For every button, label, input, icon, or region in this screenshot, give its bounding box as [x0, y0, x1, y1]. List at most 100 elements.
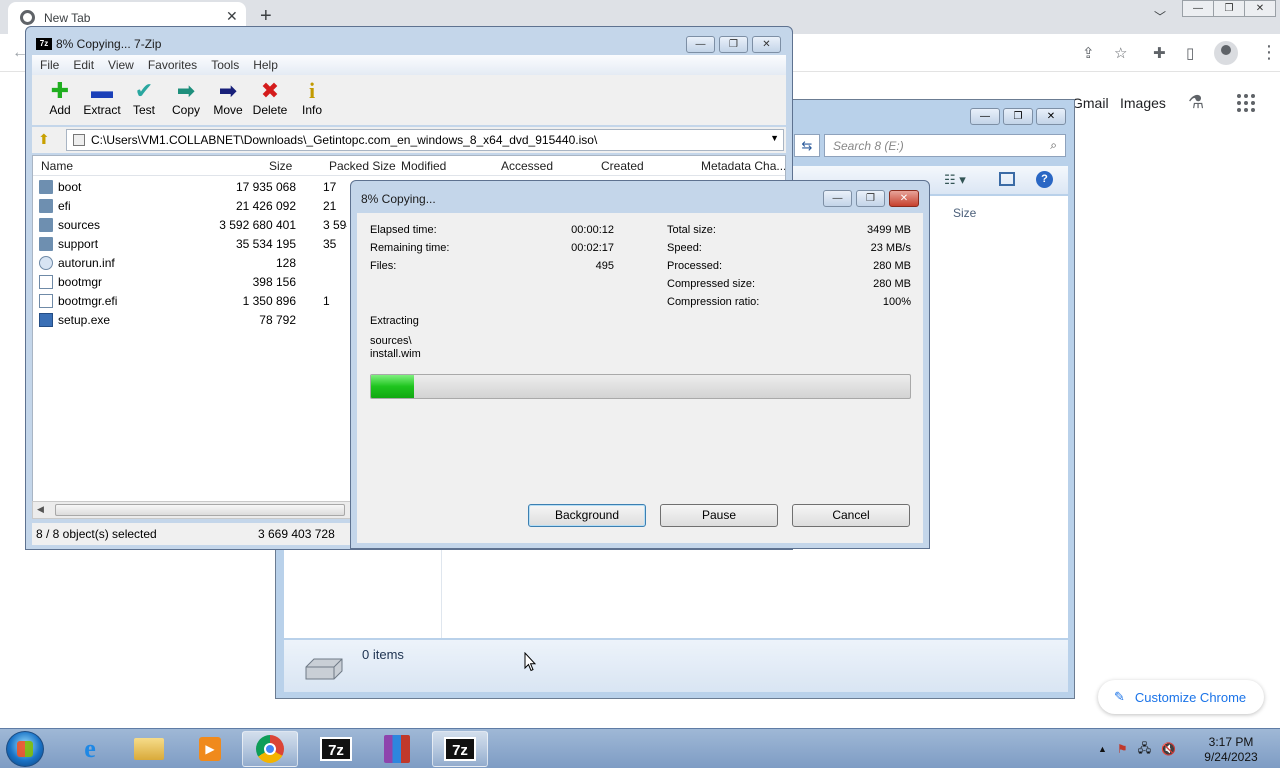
help-icon[interactable]: ?: [1036, 171, 1053, 188]
column-modified[interactable]: Modified: [401, 159, 446, 173]
close-icon[interactable]: ✕: [226, 8, 238, 25]
file-name: bootmgr.efi: [58, 294, 118, 308]
action-center-icon[interactable]: ⚑: [1117, 742, 1128, 756]
file-packed-size: 3 594: [323, 218, 347, 232]
scrollbar-thumb[interactable]: [55, 504, 345, 516]
file-packed-size: 21: [323, 199, 337, 213]
view-options-icon[interactable]: ☷ ▾: [944, 172, 966, 188]
menu-edit[interactable]: Edit: [73, 58, 94, 72]
minimize-icon[interactable]: —: [686, 36, 715, 53]
gmail-link[interactable]: Gmail: [1072, 95, 1109, 111]
selection-size: 3 669 403 728: [258, 527, 335, 541]
scroll-left-icon[interactable]: ◀: [37, 504, 44, 515]
close-icon[interactable]: ✕: [1036, 108, 1066, 125]
profile-avatar[interactable]: [1214, 41, 1238, 65]
extract-label: Extract: [83, 103, 121, 117]
pause-button[interactable]: Pause: [660, 504, 778, 527]
search-icon: ⌕: [1050, 138, 1057, 152]
taskbar-7zip-active[interactable]: 7z: [432, 731, 488, 767]
horizontal-scrollbar[interactable]: ◀: [32, 501, 352, 519]
taskbar-7zip[interactable]: 7z: [308, 731, 364, 767]
close-icon[interactable]: ✕: [889, 190, 919, 207]
taskbar-clock[interactable]: 3:17 PM 9/24/2023: [1196, 735, 1266, 765]
explorer-size-column[interactable]: Size: [953, 206, 976, 220]
volume-muted-icon[interactable]: 🔇: [1161, 742, 1176, 756]
copy-button[interactable]: ➡ Copy: [164, 79, 208, 123]
column-size[interactable]: Size: [269, 159, 292, 173]
side-panel-icon[interactable]: ▯: [1186, 44, 1194, 62]
file-size: 21 426 092: [235, 199, 296, 213]
network-icon[interactable]: 🖧: [1138, 739, 1151, 760]
delete-button[interactable]: ✖ Delete: [248, 79, 292, 123]
drive-icon: [305, 658, 343, 680]
extract-button[interactable]: ▬ Extract: [80, 79, 124, 123]
column-accessed[interactable]: Accessed: [501, 159, 553, 173]
share-icon[interactable]: ⇪: [1082, 44, 1095, 62]
chevron-down-icon[interactable]: ▼: [770, 133, 779, 143]
extensions-icon[interactable]: ✚: [1153, 44, 1166, 62]
labs-flask-icon[interactable]: ⚗: [1188, 92, 1204, 113]
move-label: Move: [213, 103, 243, 117]
restore-icon[interactable]: ❐: [1214, 0, 1245, 17]
taskbar-chrome[interactable]: [242, 731, 298, 767]
plus-icon: ✚: [50, 78, 70, 103]
minimize-icon[interactable]: —: [970, 108, 1000, 125]
menu-help[interactable]: Help: [253, 58, 278, 72]
column-packed-size[interactable]: Packed Size: [329, 159, 396, 173]
minimize-icon[interactable]: —: [1182, 0, 1214, 17]
file-size: 128: [275, 256, 296, 270]
dialog-title: 8% Copying...: [361, 192, 436, 206]
remaining-label: Remaining time:: [370, 242, 450, 254]
menu-tools[interactable]: Tools: [211, 58, 239, 72]
menu-favorites[interactable]: Favorites: [148, 58, 197, 72]
background-button[interactable]: Background: [528, 504, 646, 527]
chrome-tab-icon: [20, 10, 35, 25]
customize-chrome-button[interactable]: ✎ Customize Chrome: [1098, 680, 1264, 714]
compression-ratio-value: 100%: [882, 296, 911, 308]
path-text: C:\Users\VM1.COLLABNET\Downloads\_Getint…: [91, 133, 598, 147]
chevron-down-icon[interactable]: ﹀: [1154, 8, 1166, 25]
info-button[interactable]: i Info: [290, 79, 334, 123]
folder-icon: [39, 218, 53, 232]
images-link[interactable]: Images: [1120, 95, 1166, 111]
show-hidden-icons-icon[interactable]: ▲: [1098, 744, 1107, 754]
taskbar-file-explorer[interactable]: [121, 731, 177, 767]
info-icon: i: [308, 78, 316, 103]
restore-icon[interactable]: ❐: [856, 190, 885, 207]
close-icon[interactable]: ✕: [752, 36, 781, 53]
column-created[interactable]: Created: [601, 159, 644, 173]
current-directory: sources\: [370, 335, 412, 347]
restore-icon[interactable]: ❐: [719, 36, 748, 53]
taskbar-winrar[interactable]: [369, 731, 425, 767]
preview-pane-icon[interactable]: [999, 172, 1015, 186]
taskbar: e ▶ 7z 7z ▲ ⚑ 🖧 🔇 3:17 PM 9/24/2023: [0, 728, 1280, 768]
apps-grid-icon[interactable]: [1237, 94, 1255, 112]
move-button[interactable]: ➡ Move: [206, 79, 250, 123]
taskbar-internet-explorer[interactable]: e: [62, 731, 118, 767]
chrome-window-controls: — ❐ ✕: [1182, 0, 1276, 18]
cancel-button[interactable]: Cancel: [792, 504, 910, 527]
file-icon: [39, 275, 53, 289]
taskbar-media-player[interactable]: ▶: [182, 731, 238, 767]
star-icon[interactable]: ☆: [1114, 44, 1127, 62]
minimize-icon[interactable]: —: [823, 190, 852, 207]
menu-view[interactable]: View: [108, 58, 134, 72]
path-input[interactable]: C:\Users\VM1.COLLABNET\Downloads\_Getint…: [66, 129, 784, 151]
column-metadata[interactable]: Metadata Cha...: [701, 159, 785, 173]
file-packed-size: 35: [323, 237, 337, 251]
explorer-search-input[interactable]: Search 8 (E:) ⌕: [824, 134, 1066, 157]
add-button[interactable]: ✚ Add: [38, 79, 82, 123]
file-packed-size: 17: [323, 180, 337, 194]
column-name[interactable]: Name: [41, 159, 73, 173]
folder-up-icon[interactable]: ⬆: [38, 131, 50, 148]
restore-icon[interactable]: ❐: [1003, 108, 1033, 125]
menu-file[interactable]: File: [40, 58, 59, 72]
file-name: bootmgr: [58, 275, 103, 289]
close-icon[interactable]: ✕: [1245, 0, 1276, 17]
start-button[interactable]: [6, 731, 44, 767]
test-button[interactable]: ✔ Test: [122, 79, 166, 123]
refresh-icon[interactable]: ⇆: [794, 134, 820, 157]
files-label: Files:: [370, 260, 397, 272]
new-tab-button[interactable]: +: [260, 5, 272, 28]
more-menu-icon[interactable]: ⋮: [1260, 42, 1278, 63]
